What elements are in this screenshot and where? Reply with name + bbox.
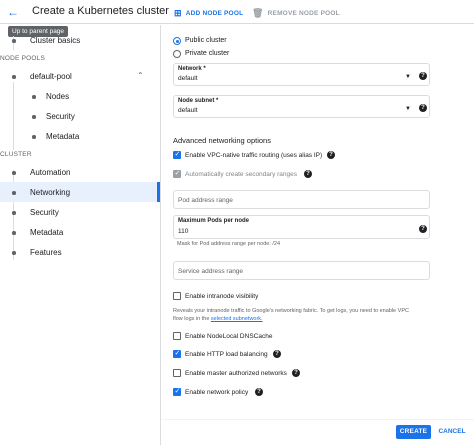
master-authorized-networks-checkbox[interactable] xyxy=(173,369,181,377)
sidebar-item-features[interactable]: Features xyxy=(30,248,62,257)
http-load-balancing-checkbox[interactable] xyxy=(173,349,181,358)
sidebar-active-indicator xyxy=(157,182,160,202)
delete-icon: 🗑 xyxy=(252,8,264,18)
sidebar-item-pool-metadata[interactable]: Metadata xyxy=(46,132,79,141)
nodelocal-dnscache-checkbox[interactable] xyxy=(173,332,181,340)
help-icon[interactable]: ? xyxy=(419,72,427,80)
add-node-pool-button[interactable]: ⊞ ADD NODE POOL xyxy=(174,8,243,19)
vpc-native-label: Enable VPC-native traffic routing (uses … xyxy=(185,152,323,159)
page-title: Create a Kubernetes cluster xyxy=(32,5,169,17)
remove-node-pool-label: REMOVE NODE POOL xyxy=(267,10,340,17)
private-cluster-radio[interactable] xyxy=(173,50,181,58)
sidebar-dot xyxy=(12,231,16,235)
intranode-hint-line2: flow logs in the xyxy=(173,316,210,322)
intranode-hint-line1: Reveals your intranode traffic to Google… xyxy=(173,308,409,314)
sidebar-dot xyxy=(12,251,16,255)
sidebar-item-nodes[interactable]: Nodes xyxy=(46,92,69,101)
network-label: Network * xyxy=(178,66,206,72)
sidebar-item-default-pool[interactable]: default-pool xyxy=(30,72,72,81)
auto-secondary-ranges-label: Automatically create secondary ranges xyxy=(185,171,298,178)
vpc-native-checkbox[interactable] xyxy=(173,150,181,159)
advanced-networking-heading: Advanced networking options xyxy=(173,136,271,145)
sidebar-dot xyxy=(12,171,16,175)
node-subnet-label: Node subnet * xyxy=(178,98,219,104)
network-policy-checkbox[interactable] xyxy=(173,387,181,396)
service-address-range-input[interactable]: Service address range xyxy=(173,261,430,280)
sidebar-item-metadata[interactable]: Metadata xyxy=(30,228,63,237)
sidebar-active-highlight xyxy=(0,182,160,202)
back-arrow-icon[interactable]: ← xyxy=(6,5,20,19)
max-pods-input[interactable]: Maximum Pods per node 110 xyxy=(173,215,430,239)
sidebar-item-pool-security[interactable]: Security xyxy=(46,112,75,121)
chevron-up-icon[interactable]: ⌃ xyxy=(137,71,144,80)
sidebar xyxy=(0,25,161,445)
max-pods-label: Maximum Pods per node xyxy=(178,218,250,224)
public-cluster-radio[interactable] xyxy=(173,37,181,45)
add-box-icon: ⊞ xyxy=(174,8,182,18)
network-select[interactable]: Network * default ▼ xyxy=(173,63,430,86)
help-icon[interactable]: ? xyxy=(327,151,335,159)
service-address-range-placeholder: Service address range xyxy=(178,268,244,275)
sidebar-dot xyxy=(32,115,36,119)
sidebar-item-security[interactable]: Security xyxy=(30,208,59,217)
dropdown-arrow-icon: ▼ xyxy=(405,106,411,112)
create-button[interactable]: CREATE xyxy=(396,425,431,439)
public-cluster-label: Public cluster xyxy=(185,37,227,44)
intranode-visibility-hint: Reveals your intranode traffic to Google… xyxy=(173,307,463,323)
node-subnet-select[interactable]: Node subnet * default ▼ xyxy=(173,95,430,118)
help-icon[interactable]: ? xyxy=(419,225,427,233)
sidebar-tree-line xyxy=(13,82,14,150)
intranode-visibility-checkbox[interactable] xyxy=(173,292,181,300)
sidebar-item-cluster-basics[interactable]: Cluster basics xyxy=(30,36,80,45)
master-authorized-networks-label: Enable master authorized networks xyxy=(185,370,287,377)
cancel-button[interactable]: CANCEL xyxy=(437,425,467,439)
max-pods-value: 110 xyxy=(178,228,189,235)
page-header: ← Create a Kubernetes cluster ⊞ ADD NODE … xyxy=(0,0,474,24)
help-icon[interactable]: ? xyxy=(419,104,427,112)
sidebar-dot xyxy=(12,75,16,79)
private-cluster-label: Private cluster xyxy=(185,50,230,57)
help-icon[interactable]: ? xyxy=(255,388,263,396)
sidebar-dot xyxy=(32,135,36,139)
footer-divider xyxy=(161,419,474,420)
sidebar-item-automation[interactable]: Automation xyxy=(30,168,70,177)
pod-address-range-placeholder: Pod address range xyxy=(178,197,233,204)
sidebar-dot xyxy=(12,39,16,43)
sidebar-dot xyxy=(12,191,16,195)
network-policy-label: Enable network policy xyxy=(185,389,249,396)
dropdown-arrow-icon: ▼ xyxy=(405,74,411,80)
intranode-visibility-label: Enable intranode visibility xyxy=(185,293,259,300)
sidebar-section-cluster: CLUSTER xyxy=(0,151,32,158)
sidebar-dot xyxy=(12,211,16,215)
max-pods-hint: Mask for Pod address range per node: /24 xyxy=(177,241,281,247)
selected-subnetwork-link[interactable]: selected subnetwork. xyxy=(211,316,263,322)
remove-node-pool-button[interactable]: 🗑 REMOVE NODE POOL xyxy=(252,8,340,19)
sidebar-dot xyxy=(32,95,36,99)
node-subnet-value: default xyxy=(178,107,198,114)
help-icon[interactable]: ? xyxy=(304,170,312,178)
help-icon[interactable]: ? xyxy=(292,369,300,377)
network-value: default xyxy=(178,75,198,82)
nodelocal-dnscache-label: Enable NodeLocal DNSCache xyxy=(185,333,273,340)
help-icon[interactable]: ? xyxy=(273,350,281,358)
pod-address-range-input[interactable]: Pod address range xyxy=(173,190,430,209)
sidebar-section-node-pools: NODE POOLS xyxy=(0,55,45,62)
auto-secondary-ranges-checkbox[interactable] xyxy=(173,169,181,178)
sidebar-item-networking[interactable]: Networking xyxy=(30,188,70,197)
add-node-pool-label: ADD NODE POOL xyxy=(185,10,244,17)
http-load-balancing-label: Enable HTTP load balancing xyxy=(185,351,268,358)
